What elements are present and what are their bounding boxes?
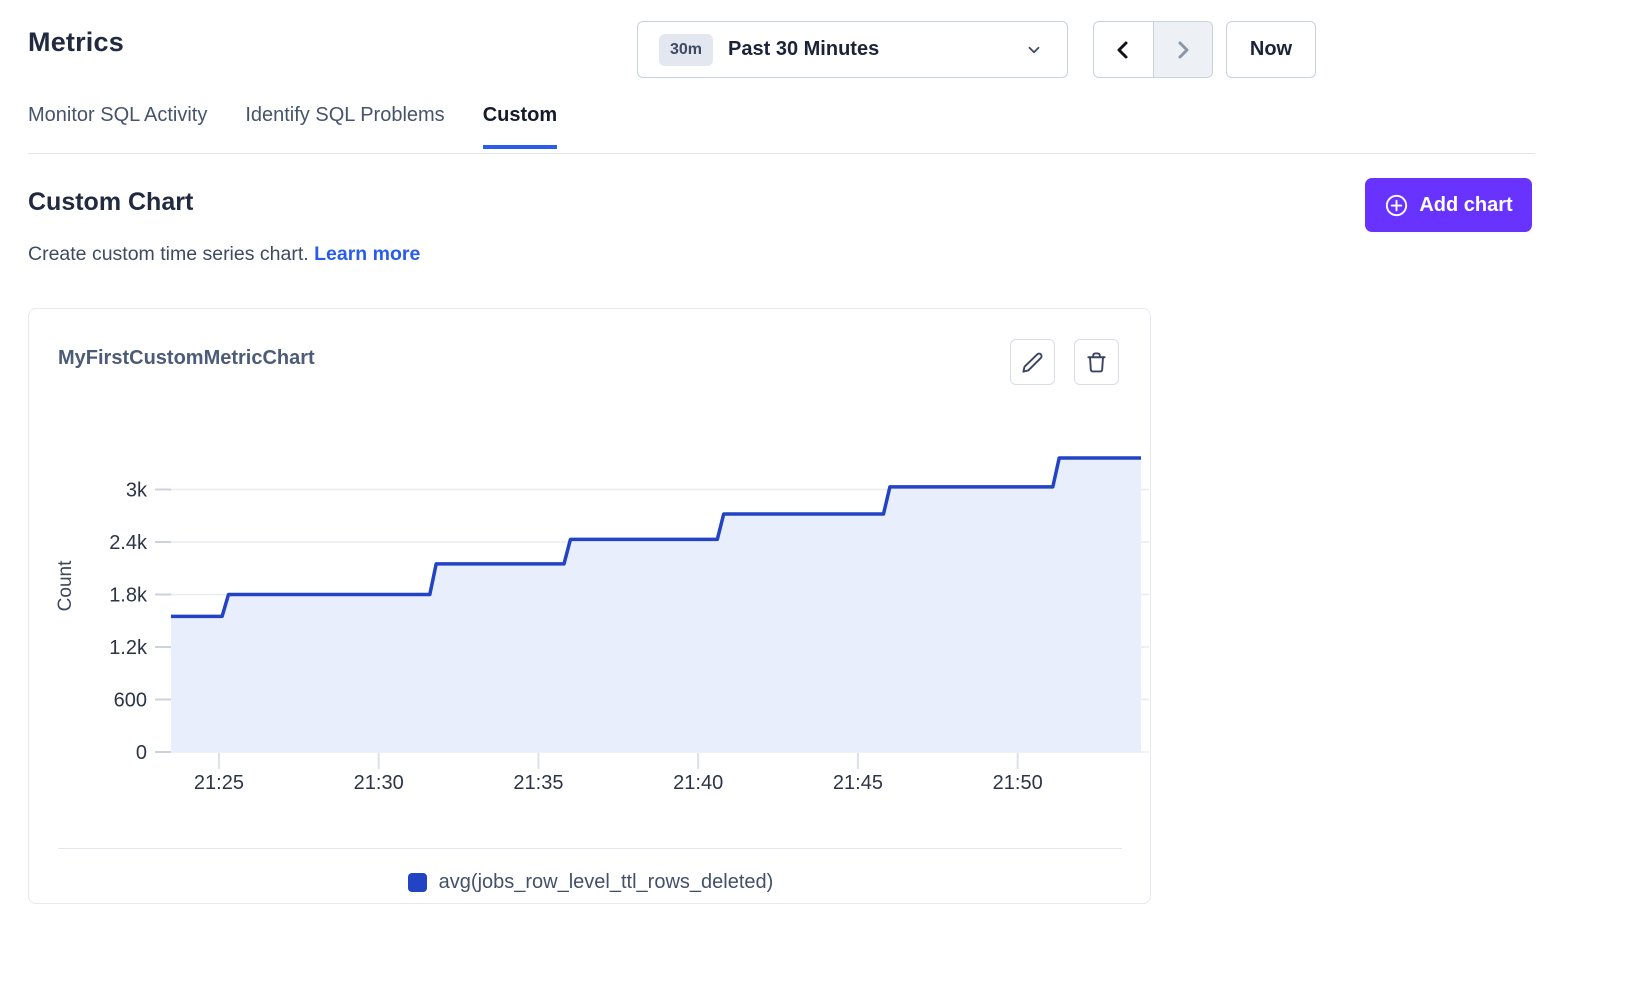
edit-chart-button[interactable] [1010,339,1055,385]
section-heading: Custom Chart [28,188,193,217]
x-tick-label: 21:30 [354,772,404,794]
y-tick-label: 2.4k [109,532,148,554]
time-range-label: Past 30 Minutes [728,38,879,61]
pencil-icon [1021,351,1044,374]
y-tick-label: 3k [126,480,148,502]
tab-divider [28,153,1535,154]
y-tick-label: 1.2k [109,637,148,659]
legend-swatch [408,873,427,892]
legend-label: avg(jobs_row_level_ttl_rows_deleted) [439,871,774,894]
tab-identify-sql-problems[interactable]: Identify SQL Problems [245,104,444,147]
section-description-text: Create custom time series chart. [28,243,309,265]
x-tick-label: 21:40 [673,772,723,794]
time-range-dropdown[interactable]: 30m Past 30 Minutes [637,21,1068,78]
trash-icon [1085,351,1108,374]
x-tick-label: 21:45 [833,772,883,794]
x-tick-label: 21:50 [993,772,1043,794]
chevron-down-icon [1025,41,1043,64]
y-axis-title: Count [55,560,76,611]
custom-chart-card: MyFirstCustomMetricChart 0 600 1.2k 1.8k 2.4… [28,308,1151,904]
tab-bar: Monitor SQL Activity Identify SQL Proble… [28,104,557,147]
section-description: Create custom time series chart. Learn m… [28,243,420,266]
previous-time-button[interactable] [1094,22,1154,77]
y-tick-label: 0 [136,742,147,764]
series-area [171,458,1141,752]
time-series-chart[interactable]: 0 600 1.2k 1.8k 2.4k 3k 21:25 21:30 21:35 21:40 21… [29,416,1152,806]
tab-monitor-sql-activity[interactable]: Monitor SQL Activity [28,104,207,147]
y-tick-label: 1.8k [109,585,148,607]
now-button[interactable]: Now [1226,21,1316,78]
time-range-badge: 30m [659,34,713,66]
next-time-button[interactable] [1154,22,1213,77]
x-tick-label: 21:35 [513,772,563,794]
time-nav-group [1093,21,1213,78]
chart-title: MyFirstCustomMetricChart [58,347,315,370]
chevron-left-icon [1111,38,1135,62]
delete-chart-button[interactable] [1074,339,1119,385]
x-tick-label: 21:25 [194,772,244,794]
add-chart-label: Add chart [1419,194,1512,217]
learn-more-link[interactable]: Learn more [314,243,420,265]
chart-legend[interactable]: avg(jobs_row_level_ttl_rows_deleted) [29,871,1152,894]
now-button-label: Now [1250,38,1292,61]
legend-divider [58,848,1122,849]
y-tick-label: 600 [114,690,147,712]
page-title: Metrics [28,27,124,58]
metrics-page: Metrics 30m Past 30 Minutes Now Monitor … [0,0,1650,982]
chevron-right-icon [1171,38,1195,62]
add-chart-button[interactable]: Add chart [1365,178,1532,232]
plus-circle-icon [1384,193,1409,218]
tab-custom[interactable]: Custom [483,104,557,147]
